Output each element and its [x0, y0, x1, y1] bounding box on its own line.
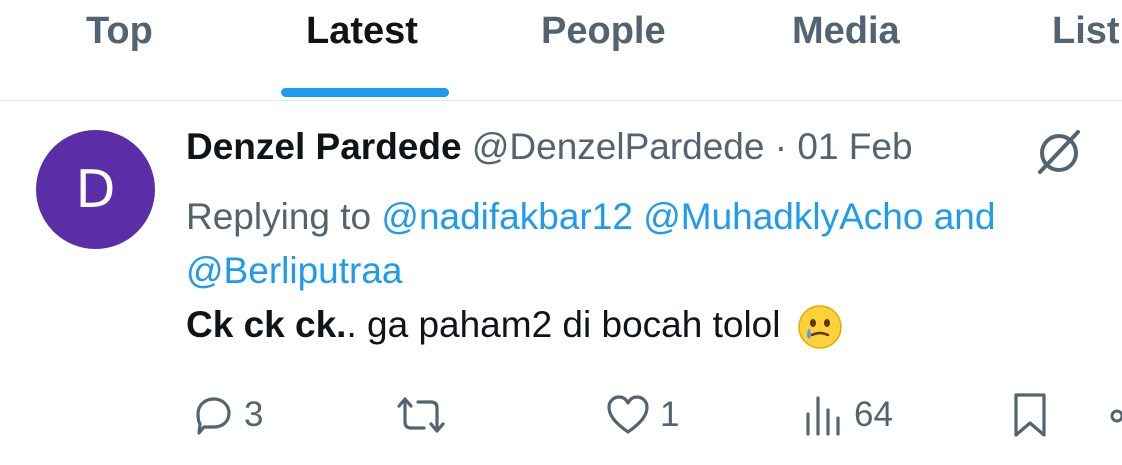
tab-latest[interactable]: Latest: [306, 10, 418, 53]
bookmark-button[interactable]: [1010, 392, 1050, 438]
mention-link[interactable]: @nadifakbar12: [381, 196, 633, 237]
share-button[interactable]: [1108, 392, 1122, 438]
bookmark-icon: [1010, 391, 1050, 439]
tweet-text-rest: . ga paham2 di bocah tolol: [346, 304, 781, 345]
display-name[interactable]: Denzel Pardede: [186, 126, 462, 167]
user-handle[interactable]: @DenzelPardede: [472, 126, 765, 167]
grok-icon[interactable]: [1034, 126, 1084, 176]
tweet-text: Ck ck ck.. ga paham2 di bocah tolol: [186, 304, 843, 350]
share-icon: [1108, 392, 1122, 438]
replying-prefix: Replying to: [186, 196, 372, 237]
like-count: 1: [660, 395, 680, 434]
tab-people[interactable]: People: [541, 10, 666, 53]
like-button[interactable]: 1: [604, 392, 679, 438]
tweet-text-bold: Ck ck ck.: [186, 304, 347, 345]
tab-media[interactable]: Media: [792, 10, 900, 53]
tab-lists[interactable]: List: [1052, 10, 1120, 53]
retweet-button[interactable]: [394, 392, 448, 438]
face-holding-back-tears-icon: [797, 304, 843, 350]
heart-icon: [604, 392, 652, 438]
views-count: 64: [854, 395, 893, 434]
reply-button[interactable]: 3: [190, 392, 263, 438]
reply-icon: [190, 392, 236, 438]
active-tab-indicator: [281, 88, 449, 97]
mentions-joiner: and: [933, 196, 996, 237]
retweet-icon: [394, 392, 448, 438]
avatar-initial: D: [75, 159, 116, 220]
mention-link[interactable]: @MuhadklyAcho: [643, 196, 923, 237]
tab-top[interactable]: Top: [86, 10, 153, 53]
replying-to: Replying to @nadifakbar12 @MuhadklyAcho …: [186, 190, 1106, 298]
avatar[interactable]: D: [36, 130, 155, 249]
views-icon: [804, 392, 846, 438]
mention-link[interactable]: @Berliputraa: [186, 250, 403, 291]
tweet-date[interactable]: 01 Feb: [797, 126, 912, 167]
views-button[interactable]: 64: [804, 392, 893, 438]
search-tabs: Top Latest People Media List: [0, 0, 1122, 101]
tweet-header: Denzel Pardede @DenzelPardede · 01 Feb: [186, 126, 913, 168]
separator-dot: ·: [774, 126, 788, 167]
reply-count: 3: [244, 395, 264, 434]
